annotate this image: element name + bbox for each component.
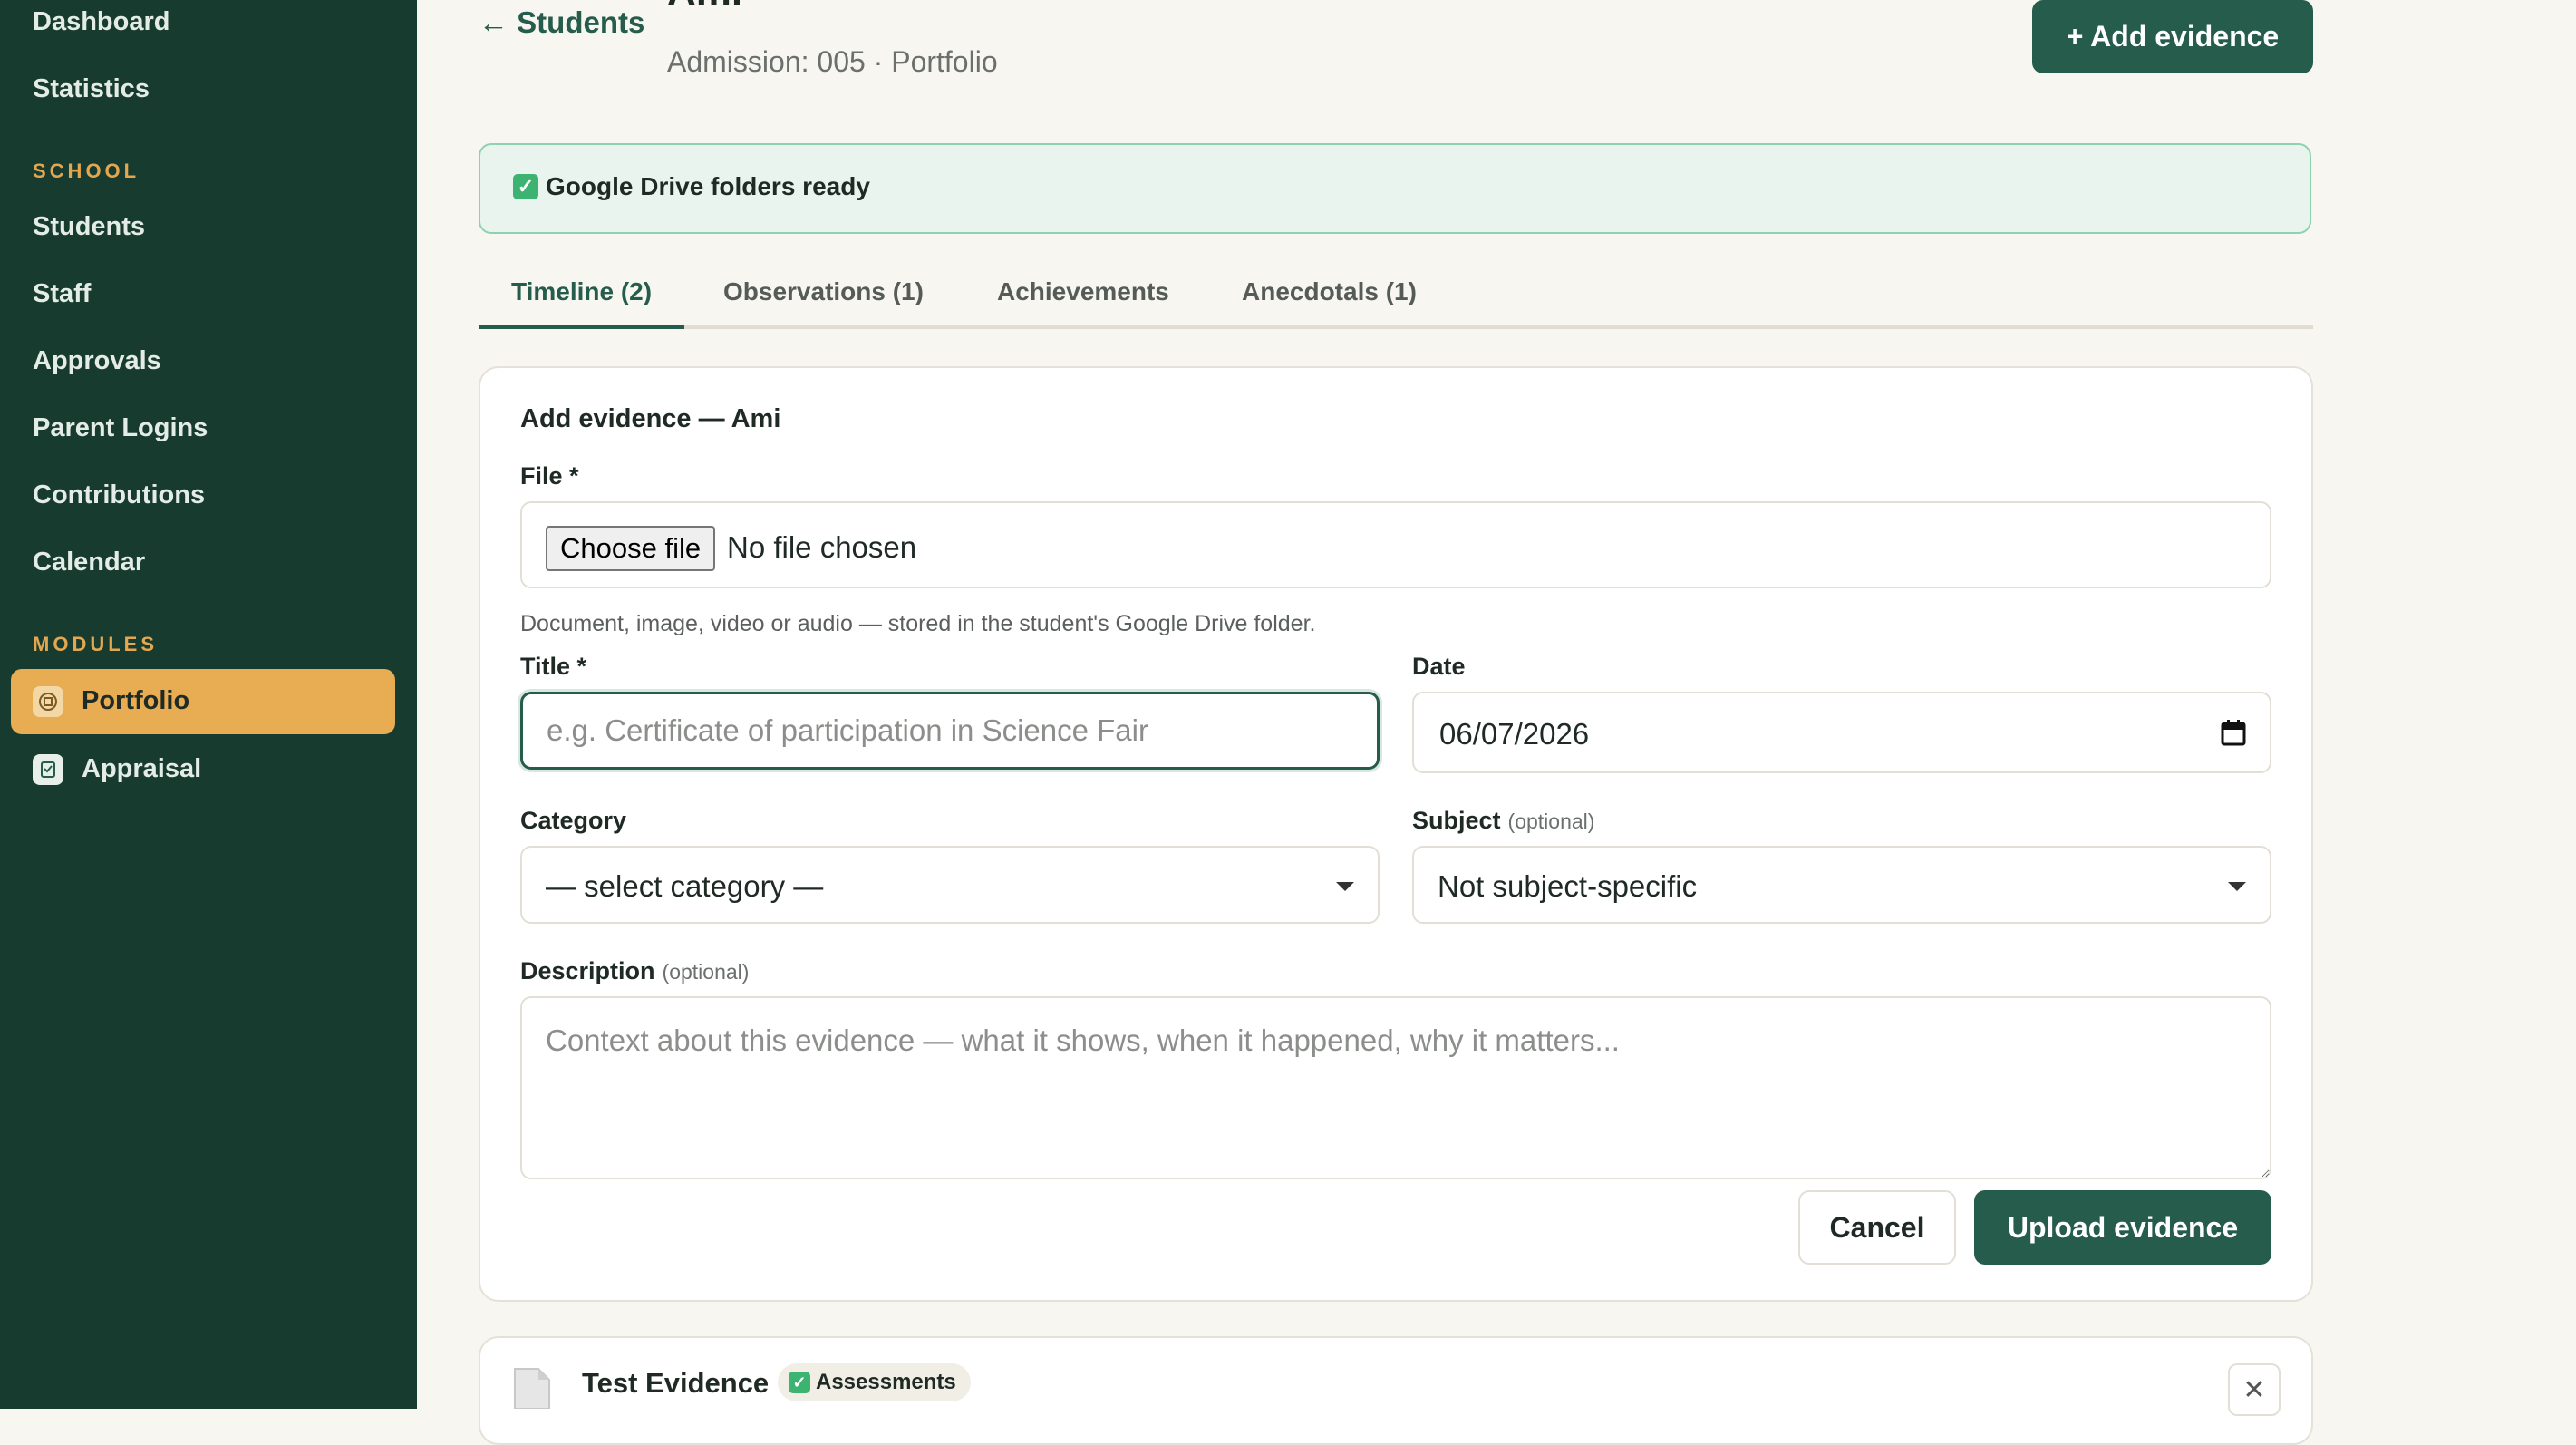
page-subtitle: Admission: 005 · Portfolio — [667, 45, 998, 78]
sidebar-item-statistics[interactable]: Statistics — [33, 74, 150, 104]
sidebar-item-staff[interactable]: Staff — [33, 279, 91, 309]
tabs-divider — [479, 325, 2313, 329]
tab-timeline[interactable]: Timeline (2) — [511, 277, 652, 306]
description-optional-text: (optional) — [662, 960, 750, 984]
sidebar-item-appraisal[interactable]: Appraisal — [82, 754, 201, 784]
description-label: Description (optional) — [520, 957, 749, 985]
active-tab-indicator — [479, 325, 684, 329]
form-title: Add evidence — Ami — [520, 404, 781, 433]
check-icon: ✓ — [789, 1372, 810, 1393]
title-input[interactable] — [520, 692, 1380, 770]
subject-label-text: Subject — [1412, 807, 1501, 834]
file-hint: Document, image, video or audio — stored… — [520, 611, 1316, 636]
drive-status-banner: ✓ Google Drive folders ready — [479, 143, 2311, 234]
document-icon — [513, 1367, 551, 1413]
banner-text: Google Drive folders ready — [546, 172, 870, 200]
sidebar-item-calendar[interactable]: Calendar — [33, 548, 145, 577]
category-badge: ✓ Assessments — [778, 1363, 971, 1401]
sidebar-item-approvals[interactable]: Approvals — [33, 346, 161, 376]
description-label-text: Description — [520, 957, 655, 984]
sidebar-item-dashboard[interactable]: Dashboard — [33, 7, 169, 37]
sidebar-section-school: SCHOOL — [33, 160, 140, 182]
category-label: Category — [520, 807, 627, 834]
tab-observations[interactable]: Observations (1) — [723, 277, 924, 306]
arrow-left-icon: ← — [479, 5, 508, 39]
calendar-icon[interactable] — [2221, 719, 2246, 753]
date-value: 06/07/2026 — [1439, 717, 1590, 751]
back-link-label: Students — [517, 5, 645, 39]
sidebar-item-parent-logins[interactable]: Parent Logins — [33, 413, 208, 443]
add-evidence-button[interactable]: + Add evidence — [2032, 0, 2313, 73]
sidebar-item-students[interactable]: Students — [33, 212, 145, 242]
appraisal-icon — [33, 754, 63, 785]
chevron-down-icon — [1336, 882, 1354, 891]
choose-file-button[interactable]: Choose file — [546, 526, 716, 571]
cancel-button[interactable]: Cancel — [1798, 1190, 1956, 1265]
sidebar-section-modules: MODULES — [33, 633, 158, 655]
date-label: Date — [1412, 653, 1466, 680]
subject-value: Not subject-specific — [1438, 869, 1698, 903]
category-select[interactable]: — select category — — [520, 846, 1380, 924]
sidebar-item-portfolio[interactable] — [11, 669, 395, 734]
check-icon: ✓ — [513, 174, 538, 199]
chevron-down-icon — [2228, 882, 2246, 891]
tab-anecdotals[interactable]: Anecdotals (1) — [1242, 277, 1417, 306]
title-label: Title * — [520, 653, 587, 680]
sidebar-item-contributions[interactable]: Contributions — [33, 480, 205, 510]
back-to-students-link[interactable]: ← Students — [479, 5, 644, 40]
subject-optional-text: (optional) — [1507, 810, 1595, 833]
date-input[interactable]: 06/07/2026 — [1412, 692, 2271, 773]
sidebar: Dashboard Statistics SCHOOL Students Sta… — [0, 0, 417, 1409]
tab-achievements[interactable]: Achievements — [997, 277, 1169, 306]
evidence-title: Test Evidence — [582, 1367, 770, 1399]
description-textarea[interactable] — [520, 996, 2271, 1179]
subject-select[interactable]: Not subject-specific — [1412, 846, 2271, 924]
category-value: — select category — — [546, 869, 824, 903]
file-label: File * — [520, 462, 579, 490]
category-badge-label: Assessments — [816, 1370, 956, 1394]
page-title: Ami — [667, 0, 742, 15]
upload-evidence-button[interactable]: Upload evidence — [1974, 1190, 2271, 1265]
subject-label: Subject (optional) — [1412, 807, 1594, 835]
no-file-text: No file chosen — [727, 530, 917, 564]
file-input[interactable]: Choose file No file chosen — [520, 501, 2271, 588]
portfolio-icon — [33, 686, 63, 717]
sidebar-item-portfolio-label: Portfolio — [82, 686, 190, 715]
close-icon[interactable]: ✕ — [2228, 1363, 2281, 1416]
